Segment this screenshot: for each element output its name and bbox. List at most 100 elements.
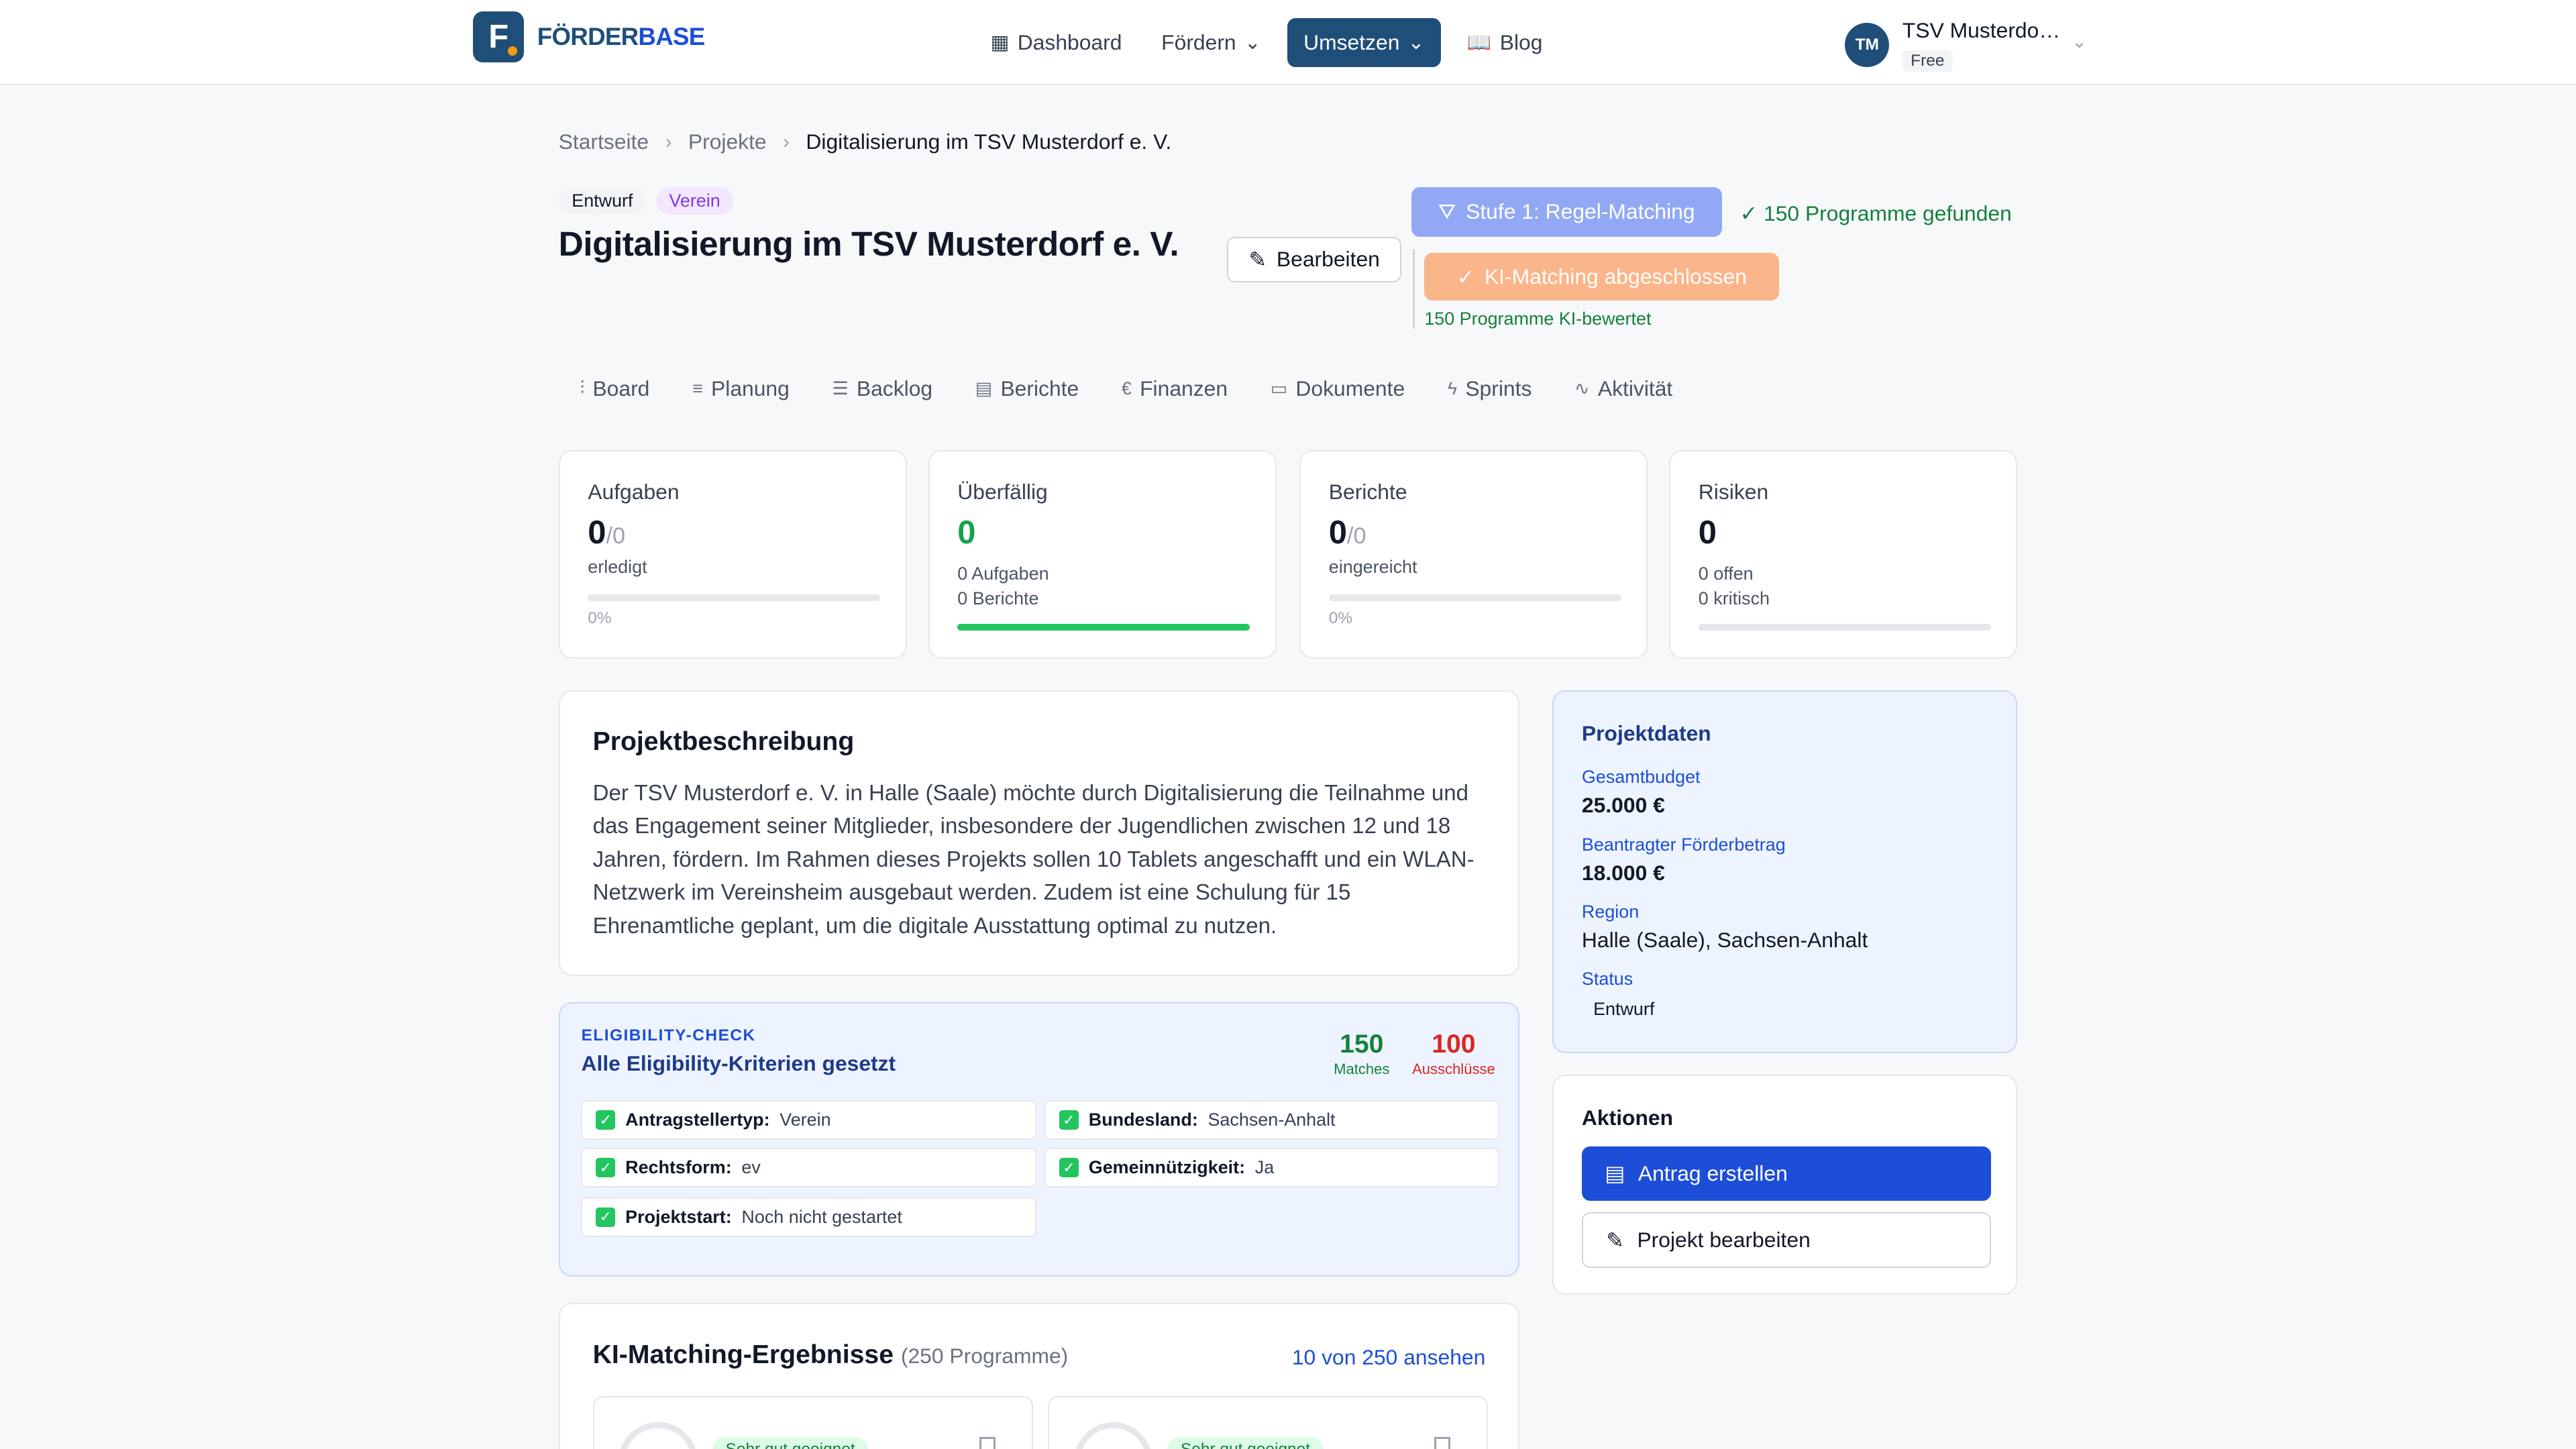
criterion-key: Bundesland: [1088,1110,1198,1130]
score-ring [1073,1421,1153,1449]
stat-card-tasks: Aufgaben 0/0 erledigt 0% [558,450,907,659]
main-nav: ▦ Dashboard Fördern ⌄ Umsetzen ⌄ 📖 Blog [977,17,1556,68]
create-application-button[interactable]: ▤ Antrag erstellen [1581,1146,1991,1201]
criterion-key: Antragstellertyp: [625,1110,770,1130]
chevron-down-icon: ⌄ [1407,32,1425,54]
stage-divider [1413,250,1415,329]
program-card[interactable]: Sehr gut geeignet [592,1396,1033,1449]
chevron-down-icon: ⌄ [2072,31,2087,52]
tab-sprints[interactable]: ϟ Sprints [1448,376,1532,401]
exclusions-count: 100 Ausschlüsse [1407,1030,1499,1078]
bookmark-icon[interactable] [1434,1436,1451,1449]
stat-denominator: /0 [606,523,626,549]
stage1-label: Stufe 1: Regel-Matching [1466,199,1695,224]
stat-label: Risiken [1698,479,1769,504]
tab-dokumente[interactable]: ▭ Dokumente [1271,376,1405,401]
description-text: Der TSV Musterdorf e. V. in Halle (Saale… [592,780,1474,938]
stage2-ki-matching-button[interactable]: ✓ KI-Matching abgeschlossen [1424,253,1780,301]
folder-icon: ▭ [1270,378,1288,398]
user-menu[interactable]: TM TSV Musterdorf e. V. Free ⌄ [1845,18,2087,72]
tab-finanzen[interactable]: € Finanzen [1122,376,1228,401]
stage1-status: ✓ 150 Programme gefunden [1739,201,2011,226]
stat-denominator: /0 [1347,523,1366,549]
requested-label: Beantragter Förderbetrag [1581,834,1786,855]
logo-text-a: FÖRDER [537,23,639,51]
book-icon: 📖 [1466,31,1492,54]
nav-blog[interactable]: 📖 Blog [1454,18,1556,67]
checkbox-checked-icon: ✓ [1059,1110,1079,1130]
stat-value: 0 [957,515,976,551]
edit-icon: ✎ [1248,247,1267,272]
description-title: Projektbeschreibung [592,727,855,757]
eligibility-kicker: ELIGIBILITY-CHECK [581,1026,756,1045]
tab-backlog[interactable]: ☰ Backlog [833,376,933,401]
nav-dashboard[interactable]: ▦ Dashboard [977,18,1135,67]
edit-project-button-secondary[interactable]: ✎ Projekt bearbeiten [1581,1212,1991,1269]
check-icon: ✓ [1456,264,1475,289]
criterion-value: Sachsen-Anhalt [1208,1110,1336,1130]
edit-label: Bearbeiten [1276,247,1380,272]
type-badge: Verein [655,187,734,215]
nav-label: Dashboard [1017,30,1122,55]
stat-number: 0 [588,515,606,551]
logo-mark: F [473,11,525,63]
criterion-item: ✓ Gemeinnützigkeit: Ja [1044,1148,1500,1188]
progress-fill [957,624,1250,631]
chevron-down-icon: ⌄ [1244,32,1261,54]
nav-label: Blog [1499,30,1543,55]
tab-label: Berichte [1000,376,1079,400]
stat-card-overdue: Überfällig 0 0 Aufgaben 0 Berichte [928,450,1277,659]
progress-bar [957,624,1250,631]
stat-sub-line: 0 offen [1698,564,1754,584]
logo-dot-icon [507,46,518,56]
stage1-matching-button[interactable]: ⛛ Stufe 1: Regel-Matching [1411,187,1722,237]
user-info: TSV Musterdorf e. V. Free [1902,18,2063,72]
suitability-badge: Sehr gut geeignet [712,1436,869,1449]
tab-planung[interactable]: ≡ Planung [692,376,790,401]
view-results-link[interactable]: 10 von 250 ansehen [1292,1345,1485,1370]
logo-text-b: BASE [638,23,705,51]
logo[interactable]: F FÖRDERBASE [473,11,705,63]
stat-sub: 0 offen 0 kritisch [1699,561,1770,610]
edit-icon: ✎ [1606,1228,1624,1252]
top-navbar: F FÖRDERBASE ▦ Dashboard Fördern ⌄ Umset… [0,0,2576,86]
logo-text: FÖRDERBASE [537,23,705,51]
breadcrumb-home[interactable]: Startseite [559,129,649,154]
project-data-card: Projektdaten Gesamtbudget 25.000 € Beant… [1552,690,2018,1053]
criterion-key: Gemeinnützigkeit: [1088,1157,1246,1178]
tab-aktivitaet[interactable]: ∿ Aktivität [1574,376,1672,401]
bookmark-icon[interactable] [979,1436,996,1449]
chevron-right-icon: › [665,130,672,153]
project-data-title: Projektdaten [1581,720,1711,745]
project-tabs: ⫶ Board ≡ Planung ☰ Backlog ▤ Berichte € Fina… [580,376,1715,401]
nav-umsetzen[interactable]: Umsetzen ⌄ [1287,17,1441,68]
stat-percent: 0% [588,609,612,628]
activity-icon: ∿ [1574,378,1590,398]
create-application-label: Antrag erstellen [1638,1161,1788,1185]
breadcrumb-current: Digitalisierung im TSV Musterdorf e. V. [806,129,1172,154]
program-card[interactable]: Sehr gut geeignet [1048,1396,1489,1449]
edit-project-button[interactable]: ✎ Bearbeiten [1227,236,1401,283]
app-root: F FÖRDERBASE ▦ Dashboard Fördern ⌄ Umset… [0,0,2576,1449]
criterion-item: ✓ Rechtsform: ev [581,1148,1036,1188]
stat-sub-line: 0 kritisch [1698,588,1770,608]
logo-letter: F [488,19,509,56]
requested-value: 18.000 € [1581,860,1665,885]
breadcrumb-projects[interactable]: Projekte [688,129,767,154]
criterion-value: ev [741,1157,761,1178]
plan-badge: Free [1902,50,1953,72]
ki-title-text: KI-Matching-Ergebnisse [592,1340,894,1369]
tab-label: Dokumente [1295,376,1405,400]
tab-label: Board [592,376,650,400]
stage1-status-text: 150 Programme gefunden [1764,201,2012,225]
tab-board[interactable]: ⫶ Board [580,376,649,401]
progress-bar [1698,624,1991,631]
nav-foerdern[interactable]: Fördern ⌄ [1148,18,1274,67]
status-label: Status [1581,969,1633,989]
stat-percent: 0% [1328,609,1353,628]
lightning-icon: ϟ [1447,378,1458,398]
nav-label: Umsetzen [1303,30,1400,55]
tab-berichte[interactable]: ▤ Berichte [975,376,1079,401]
nav-label: Fördern [1161,30,1236,55]
budget-label: Gesamtbudget [1581,767,1701,788]
